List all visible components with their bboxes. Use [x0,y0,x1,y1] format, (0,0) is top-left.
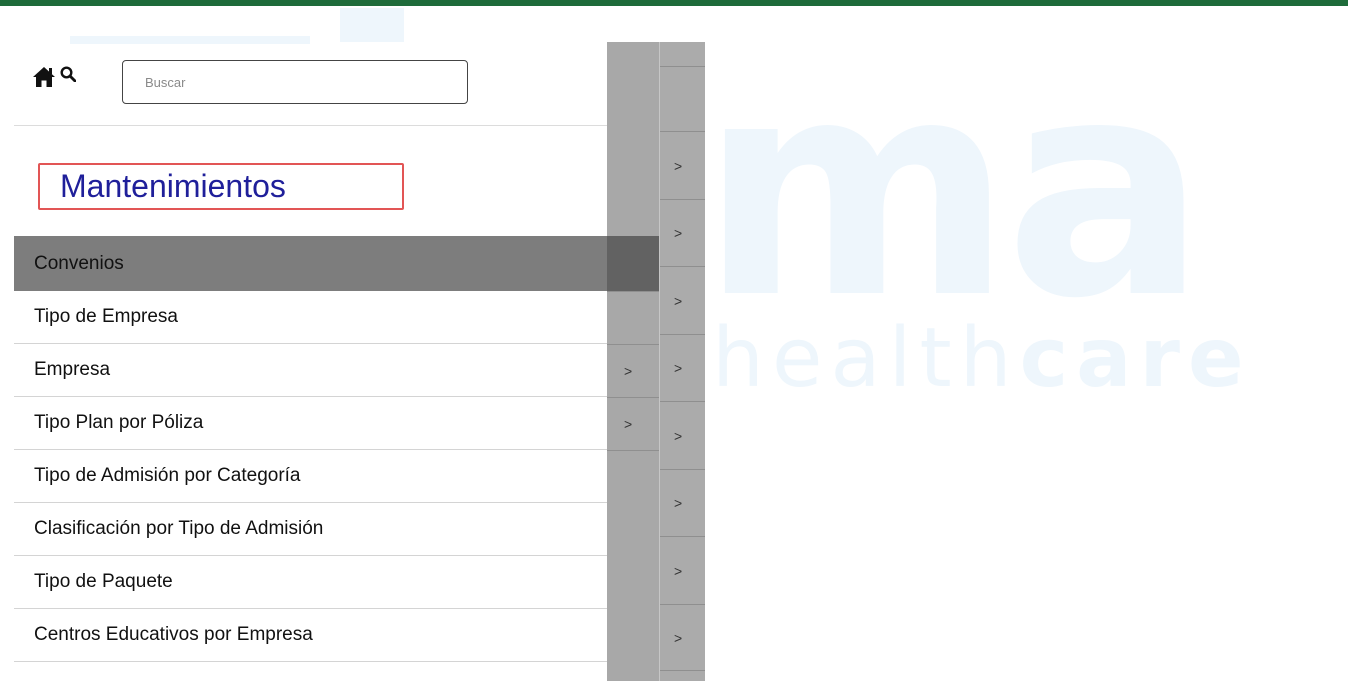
chevron-right-icon[interactable]: > [624,363,632,379]
divider [607,291,659,292]
divider [607,344,659,345]
menu-item-centros-educativos-por-empresa[interactable]: Centros Educativos por Empresa [14,609,607,662]
chevron-right-icon[interactable]: > [674,225,682,241]
divider [607,450,659,451]
chevron-right-icon[interactable]: > [674,360,682,376]
watermark-tagline-bold: care [1019,311,1252,406]
menu-item-clasificacion-por-tipo-de-admision[interactable]: Clasificación por Tipo de Admisión [14,503,607,556]
watermark-logo: ma [700,15,1207,364]
watermark-tagline: healthcare [712,318,1252,400]
divider [660,131,705,132]
divider [660,670,705,671]
menu-item-tipo-de-admision-por-categoria[interactable]: Tipo de Admisión por Categoría [14,450,607,503]
divider [660,334,705,335]
menu-item-tipo-de-empresa[interactable]: Tipo de Empresa [14,291,607,344]
submenu-column [607,42,659,681]
divider [660,401,705,402]
divider [660,66,705,67]
chevron-right-icon[interactable]: > [674,563,682,579]
section-title: Mantenimientos [60,168,286,204]
chevron-right-icon[interactable]: > [674,630,682,646]
divider [660,199,705,200]
search-input[interactable] [122,60,468,104]
divider [660,469,705,470]
home-icon[interactable] [32,66,56,88]
search-icon[interactable] [60,66,76,82]
chevron-right-icon[interactable]: > [674,428,682,444]
divider [14,125,607,126]
chevron-right-icon[interactable]: > [674,158,682,174]
chevron-right-icon[interactable]: > [624,416,632,432]
menu-item-convenios[interactable]: Convenios [14,236,607,291]
menu-list: Convenios Tipo de Empresa Empresa Tipo P… [0,236,607,662]
divider [660,604,705,605]
watermark-tagline-light: health [712,311,1020,406]
menu-item-tipo-de-paquete[interactable]: Tipo de Paquete [14,556,607,609]
chevron-right-icon[interactable]: > [674,293,682,309]
divider [660,266,705,267]
menu-item-tipo-plan-por-poliza[interactable]: Tipo Plan por Póliza [14,397,607,450]
divider [660,536,705,537]
menu-item-empresa[interactable]: Empresa [14,344,607,397]
sidebar: Mantenimientos Convenios Tipo de Empresa… [0,0,607,681]
submenu-column-active-row[interactable] [607,236,659,291]
divider [607,397,659,398]
chevron-right-icon[interactable]: > [674,495,682,511]
